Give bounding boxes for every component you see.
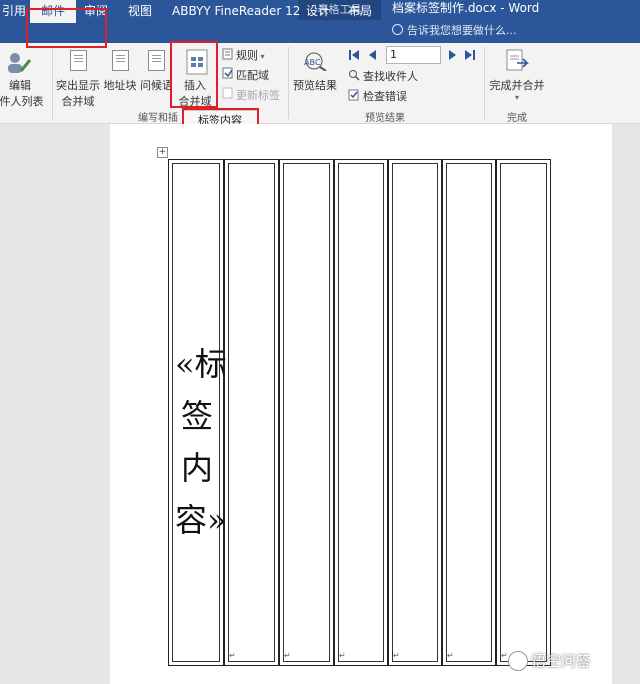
- group-separator: [484, 47, 485, 119]
- table-move-handle-icon[interactable]: +: [157, 147, 168, 158]
- label-cell[interactable]: ↵: [497, 160, 550, 665]
- paragraph-mark-icon: ↵: [501, 651, 508, 660]
- lightbulb-icon: [392, 24, 403, 35]
- rules-label: 规则: [236, 49, 258, 62]
- edit-recipients-label-1: 编辑: [9, 79, 31, 92]
- next-record-icon[interactable]: [448, 49, 458, 61]
- rules-dropdown-arrow-icon: ▾: [258, 52, 265, 61]
- address-block-icon: [112, 50, 129, 71]
- label-cell[interactable]: ↵: [280, 160, 335, 665]
- edit-recipients-button[interactable]: 编辑 收件人列表: [0, 77, 48, 109]
- highlight-fields-label-2: 合并域: [61, 95, 95, 108]
- watermark-text: 悟空问答: [531, 652, 592, 670]
- preview-abc-icon: ABC: [304, 52, 327, 71]
- paragraph-mark-icon: ↵: [339, 651, 346, 660]
- match-fields-icon: [222, 67, 233, 79]
- group-label-finish: 完成: [507, 113, 527, 124]
- check-errors-button[interactable]: 检查错误: [363, 88, 407, 104]
- finish-merge-button[interactable]: 完成并合并 ▾: [486, 77, 548, 102]
- highlight-box-mailings-tab: [26, 8, 107, 48]
- group-separator: [52, 47, 53, 119]
- paragraph-mark-icon: ↵: [393, 651, 400, 660]
- edit-recipients-label-2: 收件人列表: [0, 95, 44, 108]
- document-title: 档案标签制作.docx - Word: [392, 1, 540, 15]
- paragraph-mark-icon: ↵: [284, 651, 291, 660]
- tab-view[interactable]: 视图: [128, 0, 154, 23]
- preview-results-button[interactable]: 预览结果: [290, 77, 340, 93]
- finish-merge-icon: [506, 49, 529, 71]
- greeting-line-button[interactable]: 问候语: [140, 77, 172, 93]
- highlight-fields-icon: [70, 50, 87, 71]
- tell-me-placeholder: 告诉我您想要做什么...: [407, 24, 517, 37]
- watermark-logo-icon: [508, 651, 528, 671]
- update-labels-icon: [222, 87, 233, 99]
- label-cell[interactable]: ↵: [443, 160, 497, 665]
- label-cell[interactable]: ↵: [389, 160, 443, 665]
- tab-references[interactable]: 引用: [0, 0, 28, 23]
- match-fields-button[interactable]: 匹配域: [236, 67, 269, 83]
- finish-merge-dropdown-icon: ▾: [514, 93, 519, 102]
- paragraph-mark-icon: ↵: [447, 651, 454, 660]
- highlight-fields-label-1: 突出显示: [56, 79, 100, 92]
- address-block-button[interactable]: 地址块: [102, 77, 138, 93]
- group-label-write-insert: 编写和插: [138, 113, 178, 124]
- label-cell[interactable]: ↵: [335, 160, 389, 665]
- check-errors-icon: [348, 89, 359, 101]
- first-record-icon[interactable]: [348, 49, 360, 61]
- tab-layout[interactable]: 布局: [348, 0, 374, 23]
- find-recipient-button[interactable]: 查找收件人: [363, 68, 418, 84]
- rules-button[interactable]: 规则 ▾: [236, 47, 265, 63]
- group-separator: [288, 47, 289, 119]
- update-labels-button[interactable]: 更新标签: [236, 87, 280, 103]
- highlight-merge-fields-button[interactable]: 突出显示 合并域: [54, 77, 102, 109]
- record-number-input[interactable]: 1: [386, 46, 441, 64]
- group-label-preview: 预览结果: [365, 113, 405, 124]
- last-record-icon[interactable]: [464, 49, 476, 61]
- rules-icon: [222, 48, 233, 60]
- tab-abbyy[interactable]: ABBYY FineReader 12: [172, 0, 300, 23]
- finish-merge-label: 完成并合并: [489, 79, 545, 92]
- greeting-line-icon: [148, 50, 165, 71]
- label-table[interactable]: ↵ ↵ ↵ ↵ ↵ ↵: [168, 159, 551, 666]
- tab-design[interactable]: 设计: [306, 0, 332, 23]
- label-cell[interactable]: ↵: [225, 160, 280, 665]
- watermark: 悟空问答: [508, 650, 591, 671]
- paragraph-mark-icon: ↵: [229, 651, 236, 660]
- tell-me-search[interactable]: 告诉我您想要做什么...: [392, 20, 517, 43]
- previous-record-icon[interactable]: [367, 49, 377, 61]
- edit-recipients-icon: [8, 53, 32, 73]
- merge-field-label-content[interactable]: «标签内容»: [175, 338, 227, 546]
- highlight-box-insert-merge-field: [170, 41, 218, 108]
- find-recipient-icon: [349, 70, 360, 81]
- ribbon-mailings: 编辑 收件人列表 突出显示 合并域 地址块 问候语 插入 合并域 规则 ▾ 匹配…: [0, 43, 640, 124]
